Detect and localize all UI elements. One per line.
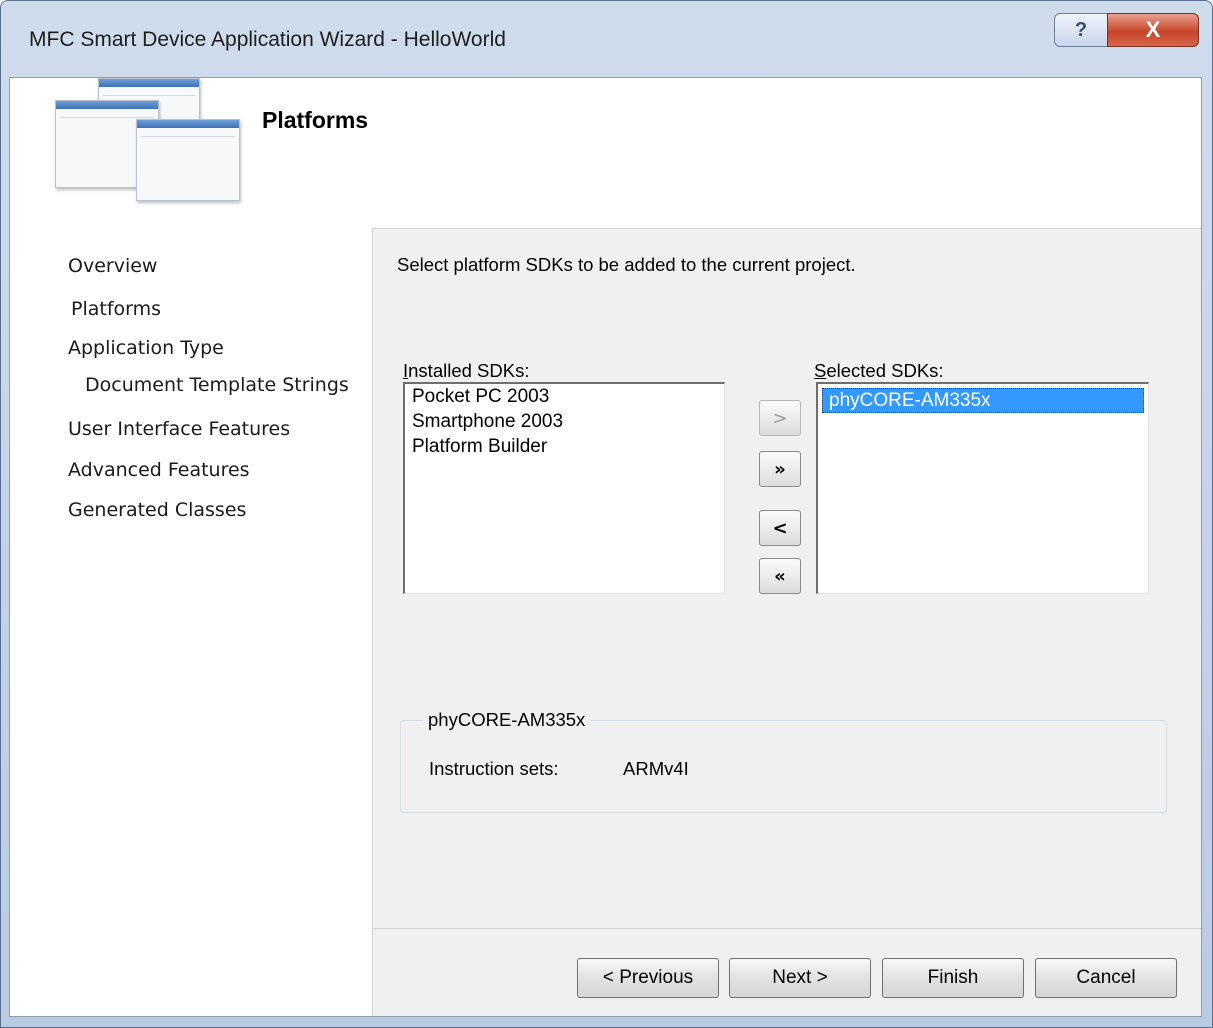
remove-sdk-button[interactable]: < <box>759 510 801 546</box>
next-button[interactable]: Next > <box>729 958 871 998</box>
window-title: MFC Smart Device Application Wizard - He… <box>29 28 506 51</box>
selected-sdks-list[interactable]: phyCORE-AM335x <box>816 382 1149 594</box>
wizard-windows-icon <box>46 78 246 203</box>
list-item-selected[interactable]: phyCORE-AM335x <box>822 388 1144 413</box>
list-item[interactable]: Pocket PC 2003 <box>405 384 724 409</box>
installed-sdks-list[interactable]: Pocket PC 2003 Smartphone 2003 Platform … <box>403 382 725 594</box>
wizard-client-area: Platforms Overview Platforms Application… <box>9 77 1202 1017</box>
sdk-details-title: phyCORE-AM335x <box>423 709 591 731</box>
nav-item-user-interface-features[interactable]: User Interface Features <box>68 418 290 440</box>
nav-item-generated-classes[interactable]: Generated Classes <box>68 499 246 521</box>
instruction-text: Select platform SDKs to be added to the … <box>397 254 856 275</box>
page-title: Platforms <box>262 107 369 133</box>
nav-item-advanced-features[interactable]: Advanced Features <box>68 459 250 481</box>
close-button[interactable]: X <box>1107 13 1199 47</box>
close-icon: X <box>1145 17 1161 42</box>
wizard-footer: < Previous Next > Finish Cancel <box>372 928 1201 1016</box>
dialog-window: MFC Smart Device Application Wizard - He… <box>0 0 1213 1028</box>
nav-item-overview[interactable]: Overview <box>68 255 157 277</box>
instruction-sets-label: Instruction sets: <box>429 758 559 779</box>
wizard-navigation: Overview Platforms Application Type Docu… <box>10 228 372 1016</box>
nav-item-application-type[interactable]: Application Type <box>68 337 224 359</box>
remove-all-sdks-button[interactable]: « <box>759 558 801 594</box>
platforms-page: Select platform SDKs to be added to the … <box>372 228 1201 928</box>
instruction-sets-value: ARMv4I <box>623 758 689 779</box>
title-bar[interactable]: MFC Smart Device Application Wizard - He… <box>1 1 1212 77</box>
help-icon: ? <box>1074 18 1088 41</box>
sdk-details-group: phyCORE-AM335x Instruction sets: ARMv4I <box>400 709 1167 813</box>
nav-item-platforms[interactable]: Platforms <box>71 298 161 320</box>
cancel-button[interactable]: Cancel <box>1035 958 1177 998</box>
installed-sdks-label: Installed SDKs: <box>403 360 530 381</box>
wizard-banner: Platforms <box>10 78 1201 228</box>
list-item[interactable]: Smartphone 2003 <box>405 409 724 434</box>
help-button[interactable]: ? <box>1054 13 1108 47</box>
add-sdk-button[interactable]: > <box>759 400 801 436</box>
finish-button[interactable]: Finish <box>882 958 1024 998</box>
add-all-sdks-button[interactable]: » <box>759 451 801 487</box>
nav-item-document-template-strings[interactable]: Document Template Strings <box>85 374 349 396</box>
list-item[interactable]: Platform Builder <box>405 434 724 459</box>
selected-sdks-label: Selected SDKs: <box>814 360 944 381</box>
previous-button[interactable]: < Previous <box>577 958 719 998</box>
